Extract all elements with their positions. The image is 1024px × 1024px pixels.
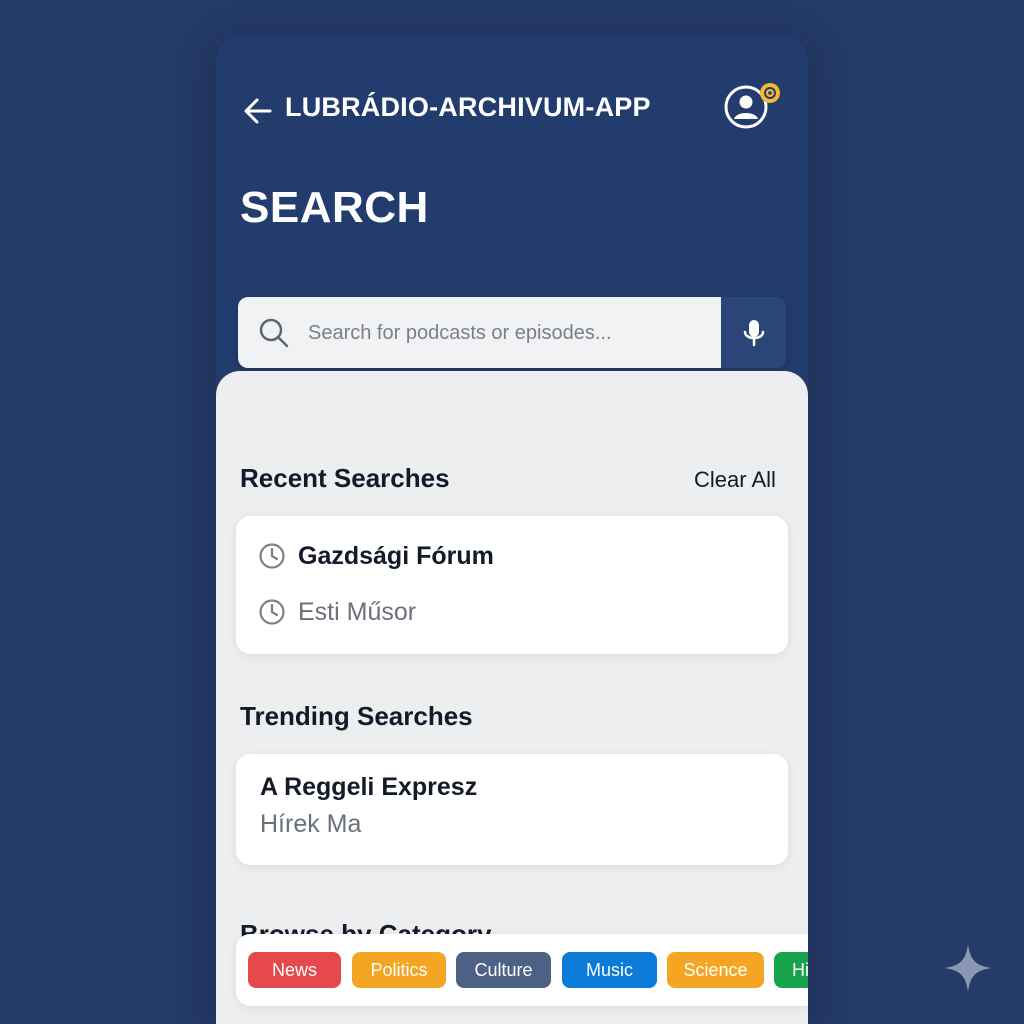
recent-search-label: Gazdsági Fórum xyxy=(298,542,494,570)
category-chips-row: News Politics Culture Music Science Hi xyxy=(236,934,808,1006)
category-chip-music[interactable]: Music xyxy=(562,952,657,988)
arrow-left-icon xyxy=(244,98,272,124)
top-bar: LUBRÁDIO-ARCHIVUM-APP xyxy=(216,35,808,185)
back-button[interactable] xyxy=(240,93,276,129)
trending-searches-heading: Trending Searches xyxy=(240,701,473,731)
search-field xyxy=(238,297,721,368)
microphone-icon xyxy=(743,320,765,347)
category-chip-news[interactable]: News xyxy=(248,952,341,988)
search-icon xyxy=(259,318,289,348)
recent-search-label: Esti Műsor xyxy=(298,598,417,626)
clock-icon xyxy=(259,543,285,569)
trending-search-item[interactable]: Hírek Ma xyxy=(260,810,361,839)
category-chip-culture[interactable]: Culture xyxy=(456,952,551,988)
content-panel: Recent Searches Clear All Gazdsági Fórum… xyxy=(216,371,808,1024)
app-window: LUBRÁDIO-ARCHIVUM-APP SEARCH Search for … xyxy=(216,35,808,1024)
search-input[interactable] xyxy=(306,297,710,368)
page-title: SEARCH xyxy=(240,183,429,232)
search-bar xyxy=(238,297,786,368)
trending-search-item[interactable]: A Reggeli Expresz xyxy=(260,773,477,802)
recent-searches-heading: Recent Searches xyxy=(240,463,450,493)
clear-all-button[interactable]: Clear All xyxy=(694,467,776,493)
trending-searches-card: A Reggeli Expresz Hírek Ma xyxy=(236,754,788,865)
user-settings-icon xyxy=(724,83,780,129)
category-chip-politics[interactable]: Politics xyxy=(352,952,446,988)
recent-searches-card: Gazdsági Fórum Esti Műsor xyxy=(236,516,788,654)
voice-search-button[interactable] xyxy=(721,297,786,368)
profile-button[interactable] xyxy=(722,81,780,139)
category-chip-history[interactable]: Hi xyxy=(774,952,808,988)
clock-icon xyxy=(259,599,285,625)
category-chip-science[interactable]: Science xyxy=(667,952,764,988)
app-title: LUBRÁDIO-ARCHIVUM-APP xyxy=(285,92,651,122)
sparkle-icon xyxy=(944,944,992,992)
